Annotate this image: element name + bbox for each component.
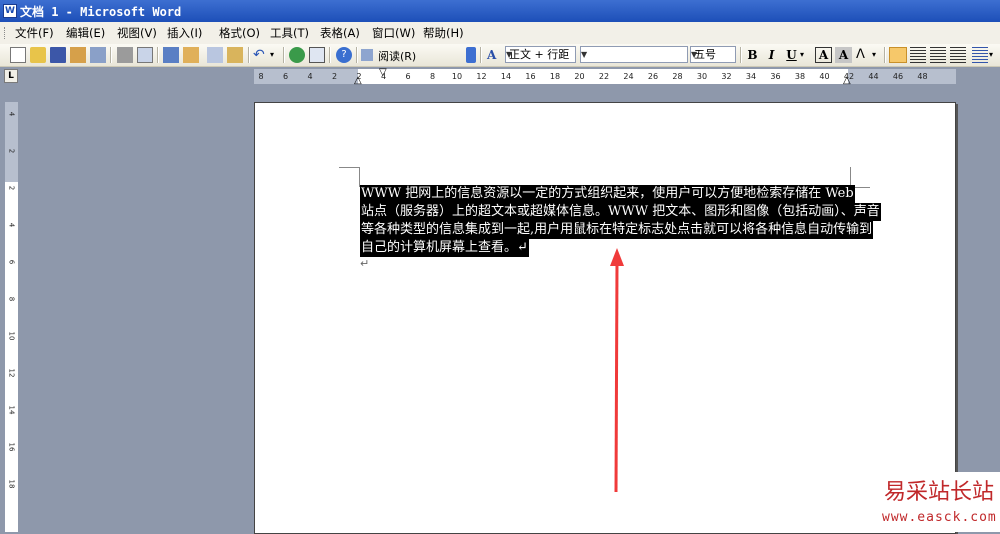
arrow-head [610, 248, 624, 266]
annotation-arrow [610, 248, 624, 493]
site-watermark: 易采站长站 www.easck.com [862, 472, 1000, 532]
arrow-shaft [614, 261, 619, 493]
watermark-site-name: 易采站长站 [884, 480, 995, 505]
watermark-url: www.easck.com [882, 510, 997, 525]
